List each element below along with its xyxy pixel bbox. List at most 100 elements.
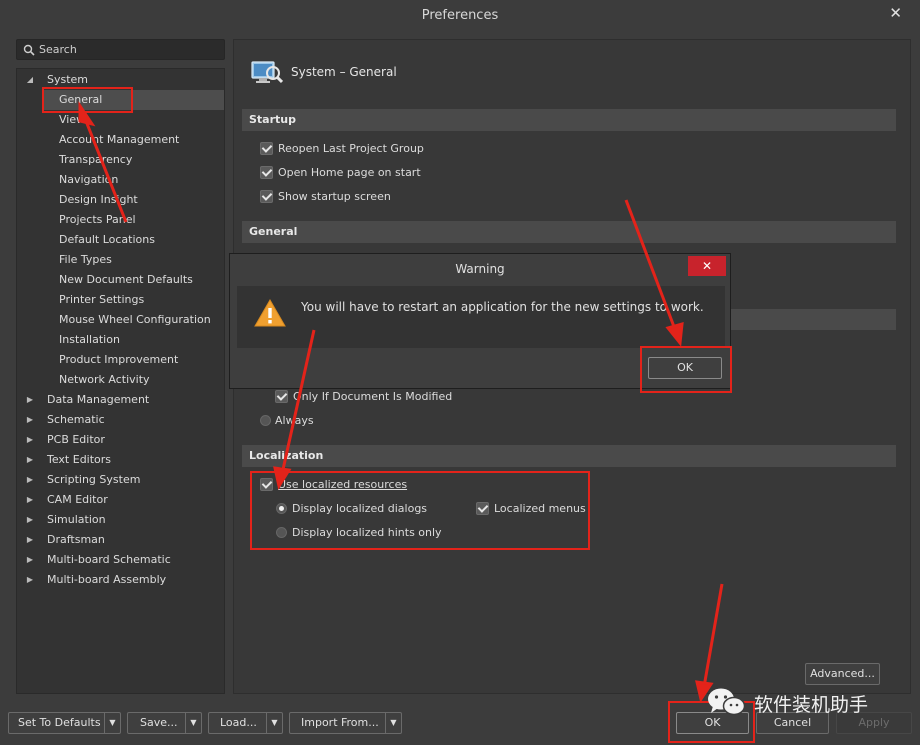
advanced-button[interactable]: Advanced... (805, 663, 880, 685)
tree-item-navigation[interactable]: Navigation (43, 170, 224, 190)
tree-item-label: PCB Editor (47, 433, 105, 446)
tree-item-simulation[interactable]: ▶ Simulation (25, 510, 220, 530)
search-icon (23, 44, 35, 56)
tree-item-projects-panel[interactable]: Projects Panel (43, 210, 224, 230)
collapsed-arrow-icon[interactable]: ▶ (25, 550, 35, 570)
tree-item-transparency[interactable]: Transparency (43, 150, 224, 170)
radio-display-localized-dialogs[interactable] (276, 503, 287, 514)
collapsed-arrow-icon[interactable]: ▶ (25, 530, 35, 550)
checkbox-label: Show startup screen (278, 190, 391, 203)
tree-item-label: Multi-board Schematic (47, 553, 171, 566)
tree-item-multi-board-schematic[interactable]: ▶ Multi-board Schematic (25, 550, 220, 570)
tree-item-label: Multi-board Assembly (47, 573, 167, 586)
import-from-button[interactable]: Import From... ▼ (289, 712, 402, 734)
dialog-title: Warning (455, 262, 505, 276)
dropdown-caret-icon[interactable]: ▼ (266, 713, 282, 733)
tree-item-multi-board-assembly[interactable]: ▶ Multi-board Assembly (25, 570, 220, 590)
watermark: 软件装机助手 (706, 686, 896, 722)
button-label: Save... (140, 716, 178, 729)
page-title: System – General (291, 65, 397, 79)
dropdown-caret-icon[interactable]: ▼ (185, 713, 201, 733)
button-label: Import From... (301, 716, 379, 729)
dialog-message: You will have to restart an application … (301, 300, 704, 314)
warning-icon (254, 298, 286, 327)
tree-item-account-management[interactable]: Account Management (43, 130, 224, 150)
tree-item-default-locations[interactable]: Default Locations (43, 230, 224, 250)
collapsed-arrow-icon[interactable]: ▶ (25, 390, 35, 410)
warning-dialog: Warning ✕ You will have to restart an ap… (229, 253, 731, 389)
save-button[interactable]: Save... ▼ (127, 712, 202, 734)
collapsed-arrow-icon[interactable]: ▶ (25, 430, 35, 450)
set-to-defaults-button[interactable]: Set To Defaults ▼ (8, 712, 121, 734)
collapsed-arrow-icon[interactable]: ▶ (25, 470, 35, 490)
checkbox-only-if-modified[interactable] (275, 390, 288, 403)
tree-item-label: Schematic (47, 413, 105, 426)
tree-item-label: Simulation (47, 513, 106, 526)
tree-item-network-activity[interactable]: Network Activity (43, 370, 224, 390)
dropdown-caret-icon[interactable]: ▼ (104, 713, 120, 733)
section-header-startup: Startup (242, 109, 896, 131)
tree-item-label: Text Editors (47, 453, 112, 466)
checkbox-label: Open Home page on start (278, 166, 421, 179)
button-label: Load... (220, 716, 257, 729)
tree-item-file-types[interactable]: File Types (43, 250, 224, 270)
tree-item-mouse-wheel-configuration[interactable]: Mouse Wheel Configuration (43, 310, 224, 330)
tree-item-general[interactable]: General (43, 90, 224, 110)
checkbox-reopen-last-project[interactable] (260, 142, 273, 155)
collapsed-arrow-icon[interactable]: ▶ (25, 410, 35, 430)
dialog-close-icon[interactable]: ✕ (688, 256, 726, 276)
section-header-general: General (242, 221, 896, 243)
tree-item-label: Scripting System (47, 473, 141, 486)
tree-item-design-insight[interactable]: Design Insight (43, 190, 224, 210)
tree-item-label: CAM Editor (47, 493, 108, 506)
checkbox-show-startup-screen[interactable] (260, 190, 273, 203)
tree-item-printer-settings[interactable]: Printer Settings (43, 290, 224, 310)
checkbox-label: Reopen Last Project Group (278, 142, 424, 155)
dropdown-caret-icon[interactable]: ▼ (385, 713, 401, 733)
tree-item-system[interactable]: ◢ System (25, 70, 220, 90)
radio-label: Always (275, 414, 314, 427)
tree-item-product-improvement[interactable]: Product Improvement (43, 350, 224, 370)
collapsed-arrow-icon[interactable]: ▶ (25, 490, 35, 510)
radio-label: Display localized hints only (292, 526, 442, 539)
window-close-icon[interactable]: ✕ (889, 4, 902, 22)
tree-item-pcb-editor[interactable]: ▶ PCB Editor (25, 430, 220, 450)
checkbox-localized-menus[interactable] (476, 502, 489, 515)
tree-item-cam-editor[interactable]: ▶ CAM Editor (25, 490, 220, 510)
dialog-body: You will have to restart an application … (237, 286, 725, 348)
tree-item-label: Draftsman (47, 533, 105, 546)
search-box[interactable] (16, 39, 225, 60)
collapsed-arrow-icon[interactable]: ▶ (25, 450, 35, 470)
system-settings-icon (251, 61, 283, 84)
tree-item-installation[interactable]: Installation (43, 330, 224, 350)
checkbox-label: Localized menus (494, 502, 586, 515)
checkbox-open-home-page[interactable] (260, 166, 273, 179)
collapsed-arrow-icon[interactable]: ▶ (25, 510, 35, 530)
wechat-logo-icon (708, 688, 746, 716)
watermark-text: 软件装机助手 (754, 694, 869, 716)
checkbox-label: Only If Document Is Modified (293, 390, 453, 403)
section-header-localization: Localization (242, 445, 896, 467)
radio-always[interactable] (260, 415, 271, 426)
collapsed-arrow-icon[interactable]: ▶ (25, 570, 35, 590)
button-label: Set To Defaults (18, 716, 101, 729)
tree-item-text-editors[interactable]: ▶ Text Editors (25, 450, 220, 470)
tree-item-draftsman[interactable]: ▶ Draftsman (25, 530, 220, 550)
preferences-tree: ◢ System General View Account Management… (16, 68, 225, 694)
title-bar: Preferences ✕ (0, 0, 920, 32)
tree-item-label: Data Management (47, 393, 150, 406)
dialog-ok-button[interactable]: OK (648, 357, 722, 379)
expand-arrow-icon[interactable]: ◢ (25, 70, 35, 90)
window-title: Preferences (421, 8, 499, 23)
tree-item-new-document-defaults[interactable]: New Document Defaults (43, 270, 224, 290)
radio-display-localized-hints[interactable] (276, 527, 287, 538)
tree-item-view[interactable]: View (43, 110, 224, 130)
checkbox-use-localized-resources[interactable] (260, 478, 273, 491)
tree-item-schematic[interactable]: ▶ Schematic (25, 410, 220, 430)
search-input[interactable] (39, 41, 219, 58)
load-button[interactable]: Load... ▼ (208, 712, 283, 734)
checkbox-label: Use localized resources (278, 478, 408, 491)
radio-label: Display localized dialogs (292, 502, 428, 515)
tree-item-scripting-system[interactable]: ▶ Scripting System (25, 470, 220, 490)
tree-item-data-management[interactable]: ▶ Data Management (25, 390, 220, 410)
